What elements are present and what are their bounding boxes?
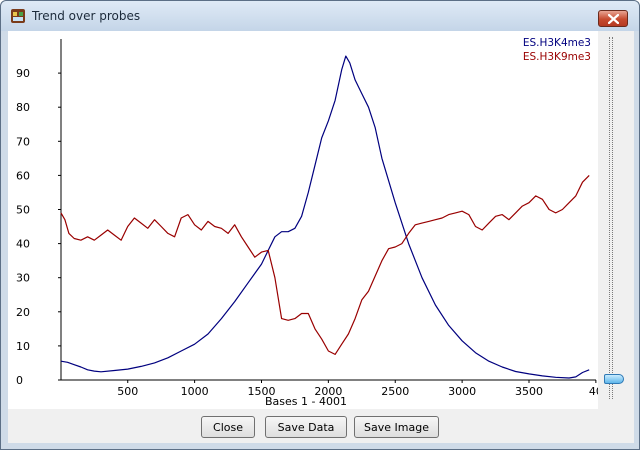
y-tick-label: 20 [16,306,30,319]
save-data-button[interactable]: Save Data [265,416,347,438]
y-tick-label: 90 [16,67,30,80]
x-tick-label: 500 [117,385,138,398]
trend-window: Trend over probes 0 10 20 30 40 50 60 70 80 90 500… [0,0,640,450]
plot-area: 0 10 20 30 40 50 60 70 80 90 500 1000 1500 2000 2500 30… [8,31,598,409]
x-tick-label: 1000 [181,385,209,398]
series-line-2 [60,174,590,355]
close-icon [608,14,619,24]
client-area: 0 10 20 30 40 50 60 70 80 90 500 1000 1500 2000 2500 30… [8,31,634,443]
app-window-icon [11,9,25,23]
button-row: Close Save Data Save Image [8,409,634,443]
legend-entry-1: ES.H3K4me3 [523,37,591,49]
x-tick-label: 2500 [381,385,409,398]
y-tick-label: 80 [16,101,30,114]
slider-rail [609,37,613,399]
series-line-1 [60,55,590,379]
close-button[interactable]: Close [201,416,255,438]
x-tick-label: 3000 [448,385,476,398]
y-tick-label: 30 [16,272,30,285]
y-tick-label: 10 [16,340,30,353]
slider-thumb[interactable] [604,374,624,384]
close-window-button[interactable] [598,10,628,27]
y-tick-label: 40 [16,238,30,251]
legend-entry-2: ES.H3K9me3 [523,51,591,63]
x-tick-label: 40 [589,385,598,398]
y-tick-label: 0 [16,374,23,387]
title-bar[interactable]: Trend over probes [1,1,639,31]
y-tick-label: 70 [16,135,30,148]
x-axis-label: Bases 1 - 4001 [265,395,347,408]
y-tick-label: 60 [16,169,30,182]
save-image-button[interactable]: Save Image [354,416,439,438]
y-tick-label: 50 [16,204,30,217]
trend-chart: 0102030405060708090500 1000 1500 2000 2500 30… [16,37,598,408]
x-tick-label: 3500 [515,385,543,398]
vertical-slider[interactable] [598,31,634,409]
window-title: Trend over probes [32,9,141,23]
